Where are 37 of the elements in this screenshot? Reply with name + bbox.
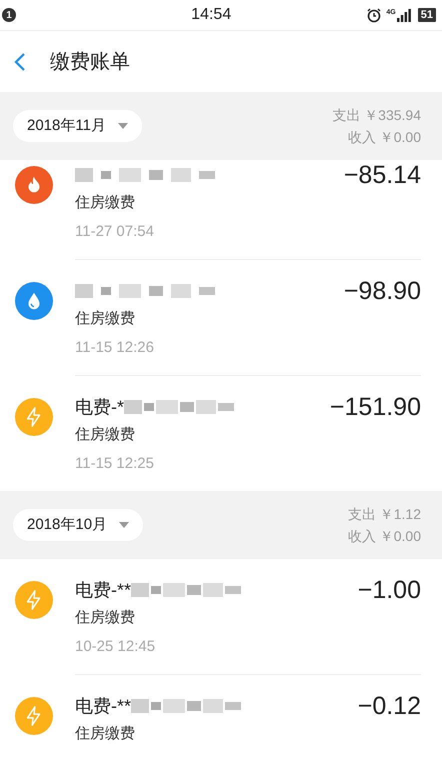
battery-indicator: 51 bbox=[418, 8, 436, 22]
signal-icon bbox=[396, 8, 411, 22]
month-selector[interactable]: 2018年10月 bbox=[13, 509, 144, 541]
clock: 14:54 bbox=[191, 5, 232, 25]
bill-time: 10-25 12:45 bbox=[75, 636, 156, 656]
bill-category: 住房缴费 bbox=[75, 309, 136, 329]
water-drop-icon bbox=[15, 282, 53, 320]
bill-category: 住房缴费 bbox=[75, 425, 136, 445]
dropdown-caret-icon bbox=[118, 123, 128, 129]
bill-amount: −151.90 bbox=[330, 392, 421, 422]
expense-total: 支出 ￥335.94 bbox=[332, 106, 421, 125]
bill-amount: −0.12 bbox=[358, 691, 421, 721]
page-title: 缴费账单 bbox=[50, 50, 130, 74]
month-selector[interactable]: 2018年11月 bbox=[13, 110, 142, 142]
bill-category: 住房缴费 bbox=[75, 193, 136, 213]
bill-amount: −98.90 bbox=[344, 276, 421, 306]
bill-amount: −85.14 bbox=[344, 160, 421, 190]
bill-title: 电费-* bbox=[75, 396, 124, 418]
bill-category: 住房缴费 bbox=[75, 724, 136, 744]
bill-amount: −1.00 bbox=[358, 575, 421, 605]
expense-total: 支出 ￥1.12 bbox=[348, 505, 421, 524]
lightning-icon bbox=[15, 697, 53, 735]
bill-time: 11-15 12:26 bbox=[75, 338, 155, 358]
alarm-icon bbox=[366, 7, 382, 23]
income-total: 收入 ￥0.00 bbox=[348, 128, 421, 147]
lightning-icon bbox=[15, 581, 53, 619]
income-total: 收入 ￥0.00 bbox=[348, 527, 421, 546]
bill-time: 11-27 07:54 bbox=[75, 222, 155, 242]
bill-title: 电费-** bbox=[75, 578, 132, 602]
dropdown-caret-icon bbox=[119, 522, 130, 528]
bill-time: 11-15 12:25 bbox=[75, 454, 155, 474]
back-chevron-icon bbox=[14, 52, 26, 72]
lightning-icon bbox=[15, 398, 53, 436]
bill-category: 住房缴费 bbox=[75, 608, 136, 628]
notification-badge: 1 bbox=[2, 8, 16, 22]
flame-icon bbox=[15, 166, 53, 204]
bill-title: 电费-** bbox=[75, 694, 132, 718]
